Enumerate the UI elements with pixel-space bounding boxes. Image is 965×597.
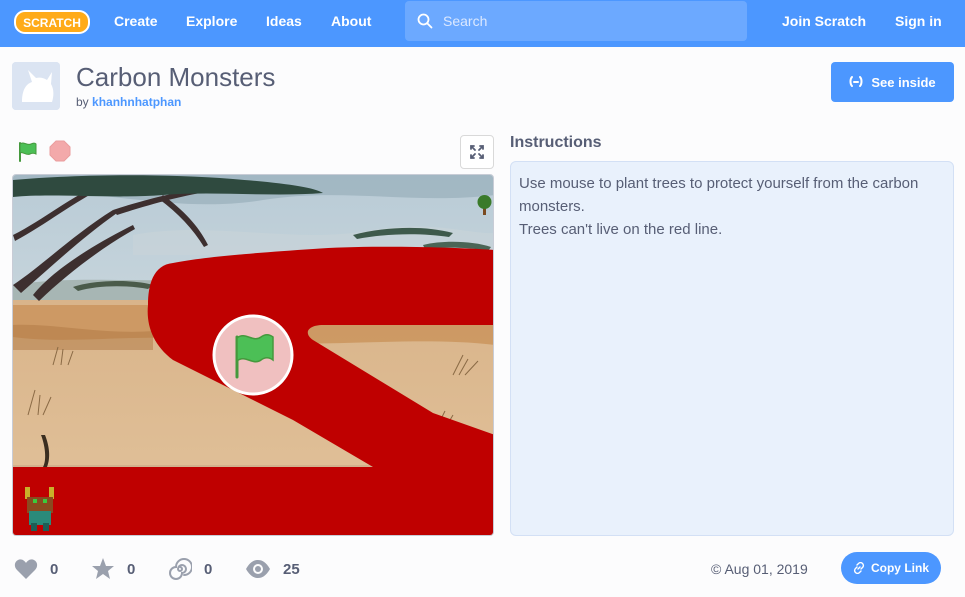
author-avatar[interactable] [12,62,60,110]
search-input[interactable] [443,13,733,29]
fullscreen-icon [470,145,484,159]
favorite-stat[interactable]: 0 [91,557,135,581]
nav-explore[interactable]: Explore [186,12,237,30]
heart-icon [14,559,38,579]
instructions-line-2: Trees can't live on the red line. [519,221,723,238]
views-count: 25 [283,560,300,578]
see-inside-label: See inside [871,74,936,90]
instructions-heading: Instructions [510,134,602,151]
green-flag-icon [19,142,37,162]
nav-ideas[interactable]: Ideas [266,12,302,30]
sign-in-link[interactable]: Sign in [895,12,942,30]
join-scratch-link[interactable]: Join Scratch [782,12,866,30]
share-date: © Aug 01, 2019 [711,561,808,577]
favorite-count: 0 [127,560,136,578]
remix-spiral-icon [169,558,192,580]
remix-stat: 0 [168,557,212,581]
project-title: Carbon Monsters [76,62,276,92]
love-stat[interactable]: 0 [14,557,58,581]
see-inside-button[interactable]: See inside [831,62,954,102]
stop-button[interactable] [49,140,71,162]
link-icon [853,562,865,574]
remix-icon [849,76,863,87]
instructions-line-1: Use mouse to plant trees to protect your… [519,175,919,215]
views-stat: 25 [245,557,300,581]
play-overlay-button[interactable] [212,314,294,396]
nav-create[interactable]: Create [114,12,158,30]
svg-text:SCRATCH: SCRATCH [23,16,81,30]
byline-prefix: by [76,95,89,109]
copyright-icon: © [711,561,722,577]
share-date-text: Aug 01, 2019 [724,561,808,577]
top-navigation-bar: SCRATCH Create Explore Ideas About Join … [0,0,965,47]
project-byline: by khanhnhatphan [76,95,181,109]
star-icon [92,558,114,579]
search-bar[interactable] [405,1,747,41]
stop-icon [49,140,71,162]
copy-link-label: Copy Link [870,561,929,575]
green-flag-button[interactable] [16,140,40,164]
copy-link-button[interactable]: Copy Link [841,552,941,584]
love-count: 0 [50,560,59,578]
author-link[interactable]: khanhnhatphan [92,95,181,109]
project-stage[interactable] [12,174,494,536]
nav-about[interactable]: About [331,12,371,30]
fullscreen-button[interactable] [460,135,494,169]
remix-count: 0 [204,560,213,578]
search-icon [417,13,433,29]
instructions-box: Use mouse to plant trees to protect your… [510,161,954,536]
scratch-logo[interactable]: SCRATCH [13,7,91,37]
eye-icon [246,560,270,578]
